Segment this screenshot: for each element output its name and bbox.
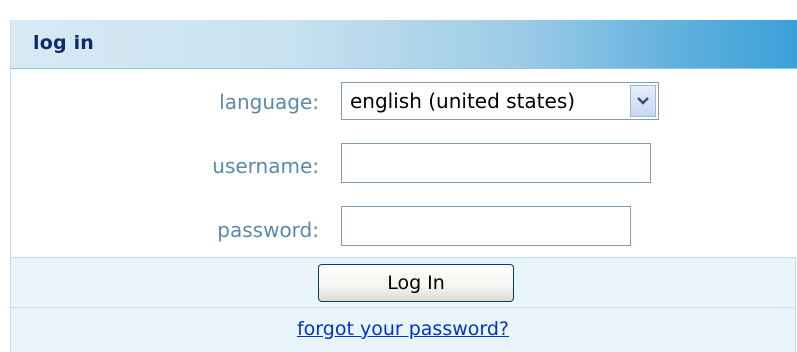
username-label: username:: [212, 154, 319, 178]
login-panel: log in language: english (united states)…: [0, 0, 797, 352]
password-label: password:: [217, 218, 319, 242]
login-form: language: english (united states) userna…: [10, 69, 797, 257]
login-button-row: Log In: [10, 257, 796, 308]
forgot-password-link[interactable]: forgot your password?: [11, 318, 795, 340]
forgot-password-row: forgot your password?: [10, 308, 796, 352]
language-label: language:: [219, 90, 319, 114]
login-button[interactable]: Log In: [318, 264, 514, 302]
chevron-down-icon[interactable]: [630, 85, 656, 117]
language-select-value: english (united states): [350, 89, 576, 113]
login-header: log in: [10, 20, 797, 69]
username-input[interactable]: [341, 143, 651, 183]
chevron-down-glyph: [637, 97, 649, 105]
language-select[interactable]: english (united states): [341, 82, 659, 120]
password-input[interactable]: [341, 206, 631, 246]
header-title: log in: [33, 32, 95, 54]
